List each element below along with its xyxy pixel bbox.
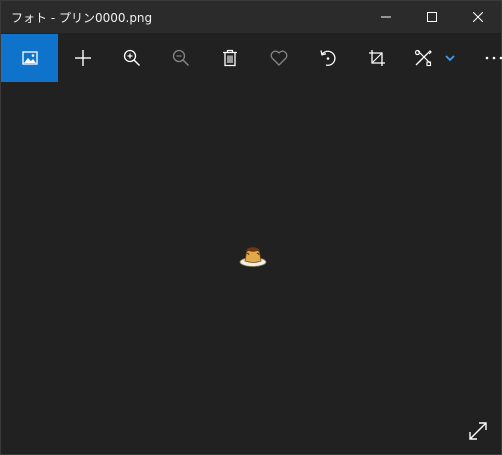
add-icon [74,50,91,66]
crop-icon [368,50,385,66]
favorite-button[interactable] [254,34,303,82]
toolbar [1,34,502,82]
fullscreen-button[interactable] [465,418,491,444]
image-canvas[interactable] [1,82,501,454]
delete-icon [222,49,237,67]
zoom-in-icon [123,49,140,67]
window-controls [363,1,501,33]
add-button[interactable] [58,34,107,82]
minimize-button[interactable] [363,1,409,33]
view-photo-icon [21,51,38,65]
title-bar[interactable]: フォト - プリン0000.png [1,1,501,33]
zoom-out-button[interactable] [156,34,205,82]
pudding-image [239,247,267,267]
zoom-in-button[interactable] [107,34,156,82]
more-options-button[interactable] [467,34,502,82]
edit-tools-icon [414,49,432,67]
minimize-icon [381,16,391,18]
close-button[interactable] [455,1,501,33]
window-title: フォト - プリン0000.png [11,10,153,25]
rotate-icon [319,50,336,66]
edit-dropdown-button[interactable] [445,34,467,82]
expand-icon [469,422,487,440]
chevron-down-icon [445,55,455,62]
maximize-button[interactable] [409,1,455,33]
maximize-icon [427,12,437,22]
edit-create-button[interactable] [401,34,445,82]
more-options-icon [485,56,502,60]
photos-window: フォト - プリン0000.png [0,0,502,455]
view-photo-button[interactable] [1,34,58,82]
delete-button[interactable] [205,34,254,82]
crop-button[interactable] [352,34,401,82]
rotate-button[interactable] [303,34,352,82]
favorite-heart-icon [270,50,287,66]
close-icon [473,12,483,22]
zoom-out-icon [172,49,189,67]
